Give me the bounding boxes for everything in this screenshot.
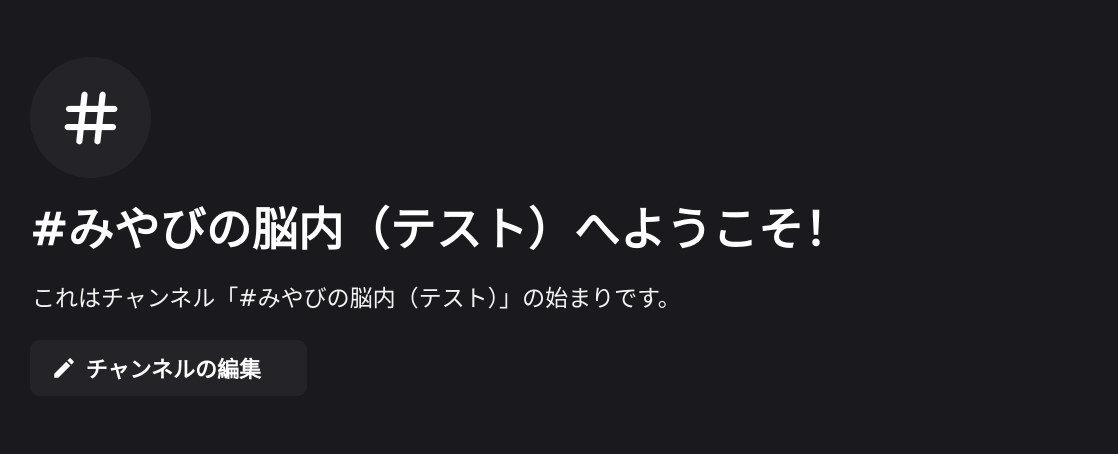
hash-icon <box>64 91 117 144</box>
edit-channel-label: チャンネルの編集 <box>86 358 262 383</box>
welcome-subtitle: これはチャンネル「#みやびの脳内（テスト）」の始まりです。 <box>32 286 681 312</box>
edit-channel-button[interactable]: チャンネルの編集 <box>30 340 307 396</box>
channel-welcome: #みやびの脳内（テスト）へようこそ！ これはチャンネル「#みやびの脳内（テスト）… <box>0 0 1118 454</box>
channel-icon-badge <box>30 57 151 178</box>
welcome-title: #みやびの脳内（テスト）へようこそ！ <box>30 202 851 256</box>
pencil-icon <box>54 358 74 378</box>
